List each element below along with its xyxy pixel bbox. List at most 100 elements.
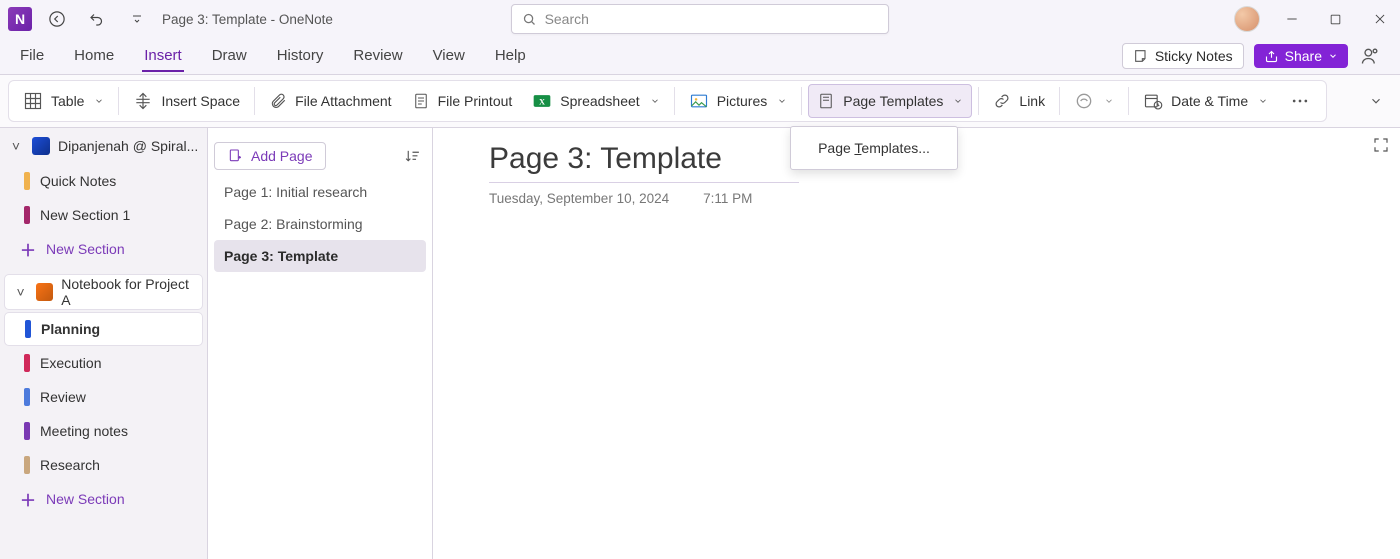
section-color [24,388,30,406]
ribbon-spreadsheet-label: Spreadsheet [560,93,639,109]
section-color [24,456,30,474]
share-button[interactable]: Share [1254,44,1348,68]
add-page-label: Add Page [251,148,313,164]
chevron-down-icon [953,96,963,106]
section-label: Research [40,457,100,473]
page-time: 7:11 PM [703,191,752,206]
new-section-label: New Section [46,241,125,257]
section-quick-notes[interactable]: Quick Notes [0,164,207,198]
chevron-down-icon: ˅ [13,284,28,300]
share-label: Share [1285,48,1322,64]
ribbon-table[interactable]: Table [15,84,112,118]
avatar[interactable] [1234,6,1260,32]
page-label: Page 2: Brainstorming [224,216,363,232]
minimize-button[interactable] [1280,7,1304,31]
page-date: Tuesday, September 10, 2024 [489,191,669,206]
chevron-down-icon [650,96,660,106]
ribbon-researcher[interactable] [1066,84,1122,118]
search-placeholder: Search [545,11,589,27]
page-item-3[interactable]: Page 3: Template [214,240,426,272]
ribbon-spreadsheet[interactable]: X Spreadsheet [524,84,667,118]
tab-file[interactable]: File [18,41,46,72]
ribbon-date-time-label: Date & Time [1171,93,1248,109]
insert-space-icon [133,91,153,111]
add-page-button[interactable]: Add Page [214,142,326,170]
new-section-button-1[interactable]: ＋ New Section [0,232,207,266]
file-printout-icon [412,92,430,110]
search-input[interactable]: Search [511,4,889,34]
section-execution[interactable]: Execution [0,346,207,380]
ribbon-file-printout[interactable]: File Printout [404,84,521,118]
ribbon-insert-space[interactable]: Insert Space [125,84,248,118]
section-label: Review [40,389,86,405]
ribbon-date-time[interactable]: Date & Time [1135,84,1276,118]
section-research[interactable]: Research [0,448,207,482]
page-item-2[interactable]: Page 2: Brainstorming [214,208,426,240]
notebook-item-2[interactable]: ˅ Notebook for Project A [4,274,203,310]
new-section-label: New Section [46,491,125,507]
tab-draw[interactable]: Draw [210,41,249,72]
notebook-nav: ˅ Dipanjenah @ Spiral... Quick Notes New… [0,128,208,559]
back-button[interactable] [42,4,72,34]
window-title: Page 3: Template - OneNote [162,12,333,27]
page-item-1[interactable]: Page 1: Initial research [214,176,426,208]
section-color [24,172,30,190]
section-review[interactable]: Review [0,380,207,414]
page-canvas[interactable]: Page 3: Template Tuesday, September 10, … [433,128,1400,559]
close-button[interactable] [1368,7,1392,31]
customize-dropdown[interactable] [122,4,152,34]
notebook-label: Dipanjenah @ Spiral... [58,138,198,154]
section-label: Meeting notes [40,423,128,439]
ribbon-file-attachment-label: File Attachment [295,93,392,109]
ribbon-page-templates-label: Page Templates [843,93,943,109]
paperclip-icon [269,92,287,110]
undo-button[interactable] [82,4,112,34]
svg-text:X: X [539,97,545,106]
fullscreen-button[interactable] [1372,136,1390,157]
section-label: Planning [41,321,100,337]
chevron-down-icon [1104,96,1114,106]
section-new-section-1[interactable]: New Section 1 [0,198,207,232]
page-templates-menu-label: Page Templates... [818,140,930,156]
tab-history[interactable]: History [275,41,326,72]
section-color [25,320,31,338]
section-label: New Section 1 [40,207,130,223]
sticky-notes-button[interactable]: Sticky Notes [1122,43,1244,69]
notebook-label: Notebook for Project A [61,276,194,308]
table-icon [23,91,43,111]
researcher-icon [1074,91,1094,111]
page-templates-menu-item[interactable]: Page Templates... [791,133,957,163]
date-time-icon [1143,91,1163,111]
section-label: Execution [40,355,101,371]
page-list-panel: Add Page Page 1: Initial research Page 2… [208,128,433,559]
ribbon-link[interactable]: Link [985,84,1053,118]
chevron-down-icon [1258,96,1268,106]
tab-view[interactable]: View [431,41,467,72]
new-section-button-2[interactable]: ＋ New Section [0,482,207,516]
picture-icon [689,91,709,111]
section-color [24,422,30,440]
tab-help[interactable]: Help [493,41,528,72]
notebook-icon [36,283,53,301]
ribbon-pictures[interactable]: Pictures [681,84,796,118]
notebook-item-1[interactable]: ˅ Dipanjenah @ Spiral... [0,128,207,164]
app-icon: N [8,7,32,31]
ribbon-link-label: Link [1019,93,1045,109]
section-meeting-notes[interactable]: Meeting notes [0,414,207,448]
plus-icon: ＋ [20,487,36,511]
add-page-icon [227,148,243,164]
ribbon-page-templates[interactable]: Page Templates [808,84,972,118]
tab-review[interactable]: Review [351,41,404,72]
tab-insert[interactable]: Insert [142,41,184,72]
spreadsheet-icon: X [532,91,552,111]
ribbon-file-attachment[interactable]: File Attachment [261,84,400,118]
tab-home[interactable]: Home [72,41,116,72]
maximize-button[interactable] [1324,7,1348,31]
section-planning[interactable]: Planning [4,312,203,346]
page-title[interactable]: Page 3: Template [489,142,799,183]
sort-pages-button[interactable] [398,142,426,170]
ribbon-expand[interactable] [1360,85,1392,117]
ribbon-more[interactable] [1280,91,1320,111]
presence-button[interactable] [1358,44,1382,68]
link-icon [993,92,1011,110]
